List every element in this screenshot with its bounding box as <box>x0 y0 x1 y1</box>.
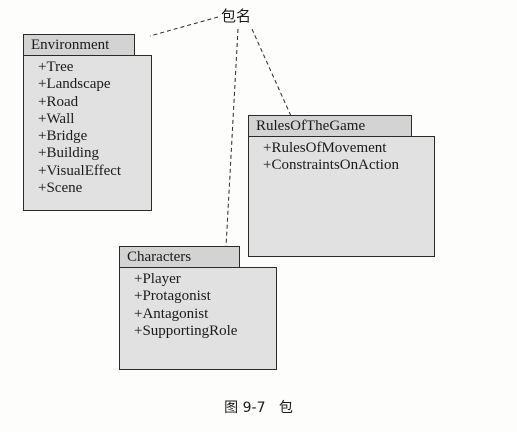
package-member: +Tree <box>38 59 74 75</box>
package-body-characters: +Player +Protagonist +Antagonist +Suppor… <box>119 267 277 370</box>
figure-caption: 图 9-7 包 <box>224 400 293 416</box>
package-tab-rules-of-the-game: RulesOfTheGame <box>248 115 412 136</box>
package-member: +Wall <box>38 110 75 127</box>
package-member: +RulesOfMovement <box>263 140 387 156</box>
package-member: +Road <box>38 93 79 110</box>
package-characters: Characters +Player +Protagonist +Antagon… <box>119 246 277 370</box>
leader-line-characters <box>225 28 239 248</box>
package-tab-environment: Environment <box>23 34 135 55</box>
package-member: +ConstraintsOnAction <box>263 157 399 174</box>
package-member: +VisualEffect <box>38 162 122 179</box>
package-member: +Landscape <box>38 76 111 93</box>
package-member: +Protagonist <box>134 288 211 305</box>
package-member: +Scene <box>38 180 83 197</box>
package-member: +Player <box>134 271 181 287</box>
package-body-environment: +Tree +Landscape +Road +Wall +Bridge +Bu… <box>23 55 152 211</box>
package-member: +Bridge <box>38 128 88 145</box>
package-member: +Antagonist <box>134 305 209 322</box>
package-tab-characters: Characters <box>119 246 240 267</box>
leader-line-environment <box>149 16 219 37</box>
package-environment: Environment +Tree +Landscape +Road +Wall… <box>23 34 152 211</box>
package-body-rules-of-the-game: +RulesOfMovement +ConstraintsOnAction <box>248 136 435 257</box>
package-name-callout: 包名 <box>221 7 252 25</box>
package-member: +Building <box>38 145 99 162</box>
leader-line-rules <box>251 28 292 117</box>
package-member: +SupportingRole <box>134 322 238 339</box>
package-rules-of-the-game: RulesOfTheGame +RulesOfMovement +Constra… <box>248 115 435 257</box>
